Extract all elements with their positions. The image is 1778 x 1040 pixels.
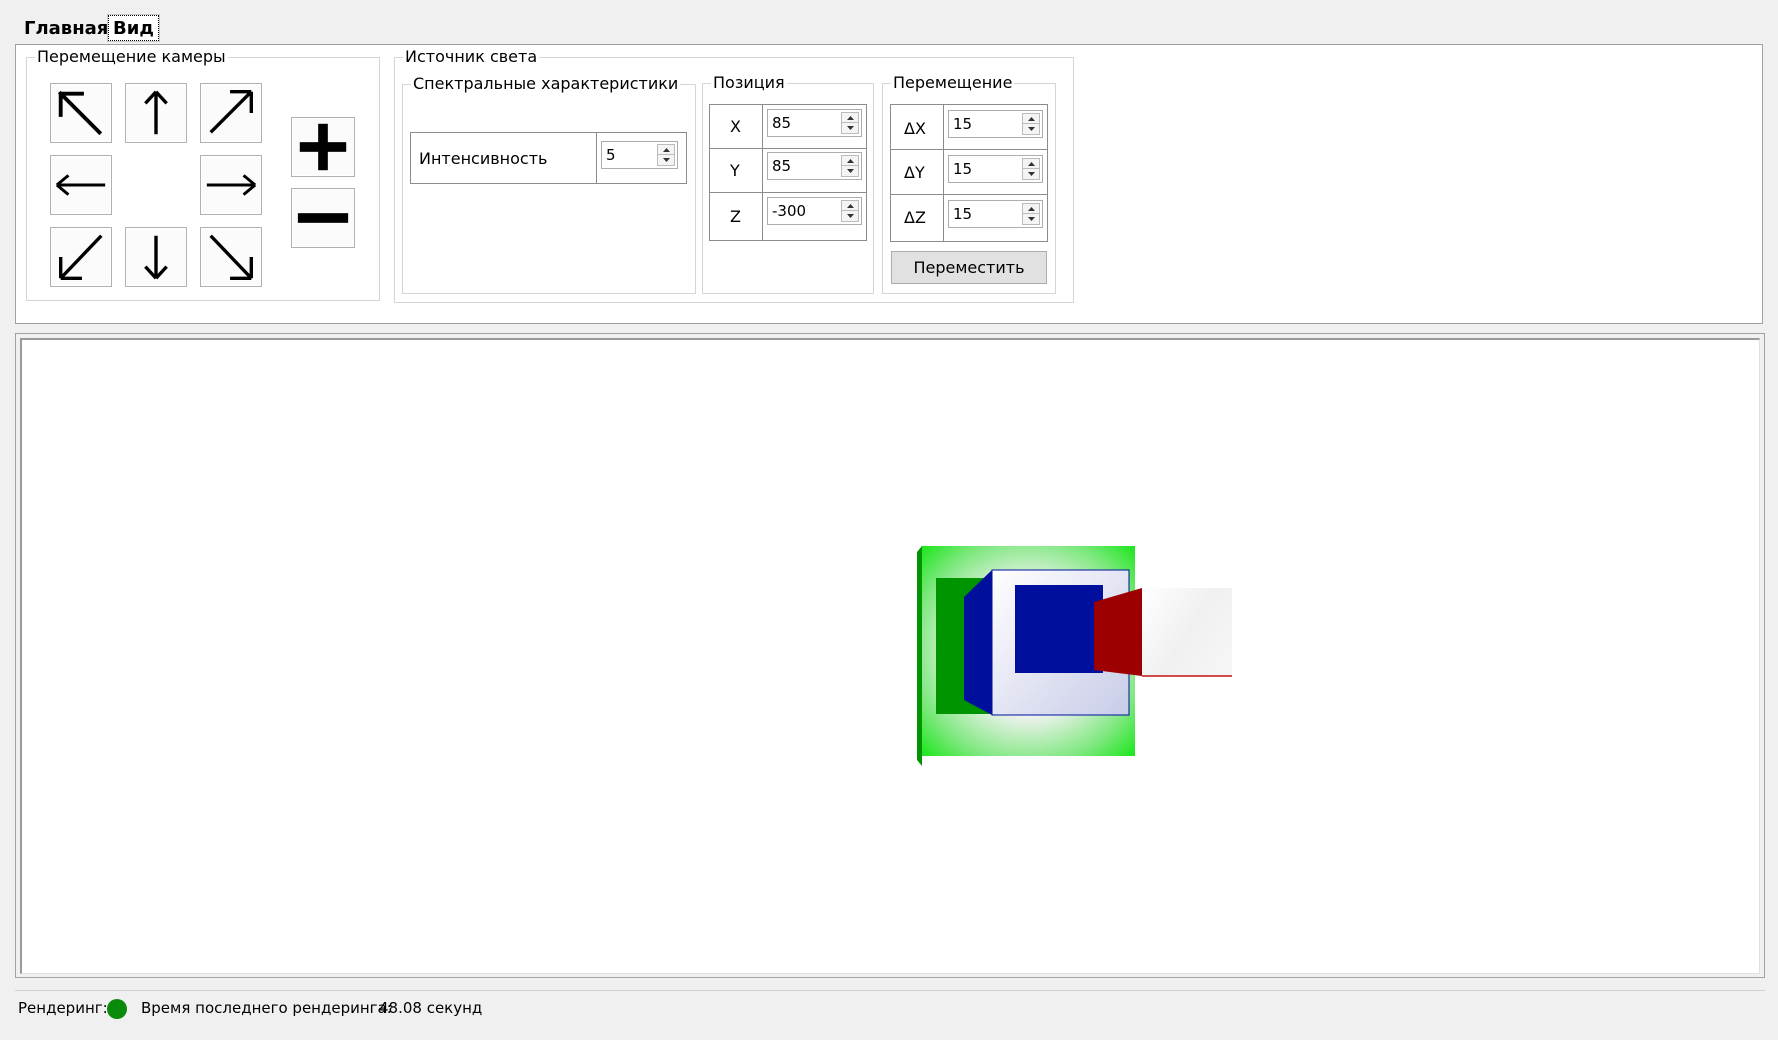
intensity-label: Интенсивность [419, 149, 548, 168]
position-y-down-arrow[interactable] [841, 165, 859, 177]
last-render-label: Время последнего рендеринга: [141, 999, 392, 1017]
move-dx-label: ΔX [904, 119, 926, 138]
intensity-value[interactable] [604, 145, 653, 165]
position-y-value[interactable] [770, 156, 837, 176]
status-bar: Рендеринг: Время последнего рендеринга: … [15, 990, 1765, 1022]
move-dz-label: ΔZ [904, 208, 926, 227]
last-render-value: 48.08 секунд [379, 999, 483, 1017]
blue-cube-front [1015, 585, 1103, 673]
position-z-value[interactable] [770, 201, 837, 221]
move-title: Перемещение [893, 73, 1013, 92]
camera-down-right-button[interactable] [200, 227, 262, 287]
tab-main[interactable]: Главная [20, 16, 112, 42]
arrow-down-icon [144, 235, 168, 280]
arrow-right-icon [206, 174, 257, 196]
position-x-down-arrow[interactable] [841, 122, 859, 134]
zoom-in-button[interactable] [291, 117, 355, 177]
position-x-value[interactable] [770, 113, 837, 133]
rendered-scene [917, 546, 1232, 766]
intensity-input[interactable] [601, 141, 678, 169]
render-canvas[interactable] [20, 338, 1760, 974]
render-status-label: Рендеринг: [18, 999, 108, 1017]
arrow-up-left-icon [57, 90, 103, 136]
move-dx-input[interactable] [948, 110, 1043, 138]
zoom-out-icon [297, 213, 349, 223]
move-dy-down-arrow[interactable] [1022, 168, 1040, 180]
arrow-down-left-icon [59, 234, 103, 280]
arrow-up-right-icon [209, 90, 253, 134]
camera-right-button[interactable] [200, 155, 262, 215]
tab-view[interactable]: Вид [107, 14, 160, 42]
camera-down-left-button[interactable] [50, 227, 112, 287]
red-cube-face [1142, 588, 1232, 676]
intensity-down-arrow[interactable] [657, 154, 675, 166]
position-title: Позиция [713, 73, 785, 92]
camera-left-button[interactable] [50, 155, 112, 215]
position-z-down-arrow[interactable] [841, 210, 859, 222]
position-z-label: Z [730, 207, 741, 226]
arrow-up-icon [144, 90, 168, 135]
camera-up-left-button[interactable] [50, 83, 112, 143]
position-z-input[interactable] [767, 197, 862, 225]
move-dy-input[interactable] [948, 155, 1043, 183]
green-cube-side [917, 546, 922, 766]
render-status-indicator [107, 999, 127, 1019]
position-x-input[interactable] [767, 109, 862, 137]
move-light-button[interactable]: Переместить [891, 251, 1047, 284]
move-dx-value[interactable] [951, 114, 1018, 134]
move-dz-input[interactable] [948, 200, 1043, 228]
ribbon-panel: Перемещение камеры Источник света Спектр… [15, 44, 1763, 324]
render-viewport [15, 333, 1765, 978]
position-x-label: X [730, 117, 741, 136]
move-dy-label: ΔY [904, 163, 925, 182]
spectral-group: Спектральные характеристики [402, 76, 696, 294]
move-dy-value[interactable] [951, 159, 1018, 179]
camera-up-right-button[interactable] [200, 83, 262, 143]
move-dz-value[interactable] [951, 204, 1018, 224]
position-y-input[interactable] [767, 152, 862, 180]
arrow-left-icon [55, 174, 106, 196]
position-y-label: Y [730, 161, 740, 180]
light-source-title: Источник света [405, 47, 538, 66]
red-cube-side [1094, 588, 1142, 676]
camera-down-button[interactable] [125, 227, 187, 287]
camera-move-title: Перемещение камеры [37, 47, 226, 66]
spectral-title: Спектральные характеристики [413, 74, 679, 93]
zoom-out-button[interactable] [291, 188, 355, 248]
zoom-in-icon [299, 123, 347, 171]
move-dx-down-arrow[interactable] [1022, 123, 1040, 135]
arrow-down-right-icon [209, 234, 253, 280]
move-dz-down-arrow[interactable] [1022, 213, 1040, 225]
camera-up-button[interactable] [125, 83, 187, 143]
